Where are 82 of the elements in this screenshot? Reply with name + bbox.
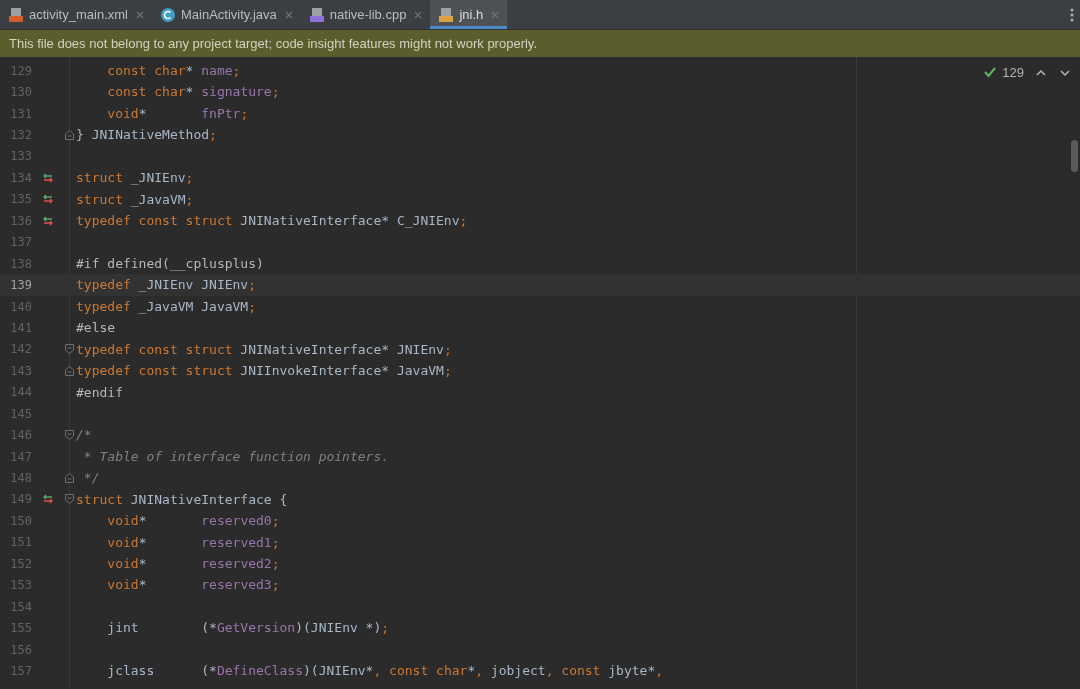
line-number: 137 xyxy=(9,234,32,252)
warning-banner: This file does not belong to any project target; code insight features might not work properly. xyxy=(0,30,1080,57)
unfold-icon[interactable] xyxy=(64,130,74,141)
line-number: 149 xyxy=(9,491,32,509)
code-line: struct _JavaVM; xyxy=(76,190,194,209)
implementation-marker-icon[interactable] xyxy=(42,172,54,183)
code-line: void* reserved1; xyxy=(106,533,280,552)
line-number: 139 xyxy=(9,277,32,295)
line-number: 133 xyxy=(9,148,32,166)
line-number: 143 xyxy=(9,362,32,380)
line-number: 153 xyxy=(9,577,32,595)
close-icon[interactable] xyxy=(491,10,500,19)
close-icon[interactable] xyxy=(414,10,423,19)
line-number: 129 xyxy=(9,62,32,80)
code-line: typedef const struct JNINativeInterface* C_JNIEnv; xyxy=(76,212,468,231)
code-line: */ xyxy=(82,469,100,488)
line-number: 157 xyxy=(9,662,32,680)
fold-icon[interactable] xyxy=(64,494,74,505)
line-number: 145 xyxy=(9,405,32,423)
implementation-marker-icon[interactable] xyxy=(42,494,54,505)
code-line: #endif xyxy=(76,383,123,402)
cpp-file-icon xyxy=(308,6,325,23)
header-file-icon xyxy=(438,6,455,23)
fold-icon[interactable] xyxy=(64,344,74,355)
check-icon xyxy=(984,67,997,79)
line-number: 147 xyxy=(9,448,32,466)
code-line: const char* signature; xyxy=(106,83,280,102)
implementation-marker-icon[interactable] xyxy=(42,215,54,226)
line-number: 155 xyxy=(9,620,32,638)
scrollbar-thumb[interactable] xyxy=(1071,140,1078,172)
code-line: const char* name; xyxy=(106,61,241,80)
code-line: typedef _JavaVM JavaVM; xyxy=(76,297,257,316)
code-line: void* reserved0; xyxy=(106,512,280,531)
line-number: 141 xyxy=(9,319,32,337)
chevron-up-icon[interactable] xyxy=(1036,69,1046,76)
unfold-icon[interactable] xyxy=(64,365,74,376)
line-number: 130 xyxy=(9,84,32,102)
editor-tab[interactable]: activity_main.xml xyxy=(0,0,152,29)
code-line: * Table of interface function pointers. xyxy=(82,447,390,466)
editor-tab[interactable]: jni.h xyxy=(430,0,508,29)
line-number: 148 xyxy=(9,470,32,488)
chevron-down-icon[interactable] xyxy=(1060,69,1070,76)
line-number: 135 xyxy=(9,191,32,209)
close-icon[interactable] xyxy=(135,10,144,19)
line-number: 154 xyxy=(9,598,32,616)
editor-tab[interactable]: MainActivity.java xyxy=(151,0,301,29)
editor-tab[interactable]: native-lib.cpp xyxy=(300,0,431,29)
line-number: 150 xyxy=(9,512,32,530)
line-number: 138 xyxy=(9,255,32,273)
xml-file-icon xyxy=(8,6,24,23)
code-line: #if defined(__cplusplus) xyxy=(76,254,264,273)
code-line: typedef const struct JNINativeInterface* JNIEnv; xyxy=(76,340,452,359)
code-line: jclass (*DefineClass)(JNIEnv*, const char*, jobject, const jbyte*, xyxy=(106,662,664,681)
line-number: 156 xyxy=(9,641,32,659)
line-number: 134 xyxy=(9,169,32,187)
line-number: 136 xyxy=(9,212,32,230)
more-options-icon[interactable] xyxy=(1070,7,1074,22)
code-line: #else xyxy=(76,319,116,338)
implementation-marker-icon[interactable] xyxy=(42,194,54,205)
code-line: void* reserved3; xyxy=(106,576,280,595)
fold-icon[interactable] xyxy=(64,430,74,441)
code-line: /* xyxy=(76,426,92,445)
code-line: void* fnPtr; xyxy=(106,104,249,123)
inspection-count[interactable]: 129 xyxy=(1002,63,1024,83)
line-number: 132 xyxy=(9,127,32,145)
line-number: 144 xyxy=(9,384,32,402)
line-number: 151 xyxy=(9,534,32,552)
code-line: typedef const struct JNIInvokeInterface* JavaVM; xyxy=(76,362,452,381)
code-line: typedef _JNIEnv JNIEnv; xyxy=(76,276,257,295)
code-line: } JNINativeMethod; xyxy=(76,126,217,145)
code-line: void* reserved2; xyxy=(106,555,280,574)
line-number: 142 xyxy=(9,341,32,359)
close-icon[interactable] xyxy=(284,10,293,19)
line-number: 152 xyxy=(9,555,32,573)
code-line: struct _JNIEnv; xyxy=(76,169,194,188)
line-number: 146 xyxy=(9,427,32,445)
line-number: 140 xyxy=(9,298,32,316)
unfold-icon[interactable] xyxy=(64,473,74,484)
code-line: struct JNINativeInterface { xyxy=(76,490,288,509)
code-line: jint (*GetVersion)(JNIEnv *); xyxy=(106,619,390,638)
line-number: 131 xyxy=(9,105,32,123)
class-file-icon xyxy=(159,6,176,23)
